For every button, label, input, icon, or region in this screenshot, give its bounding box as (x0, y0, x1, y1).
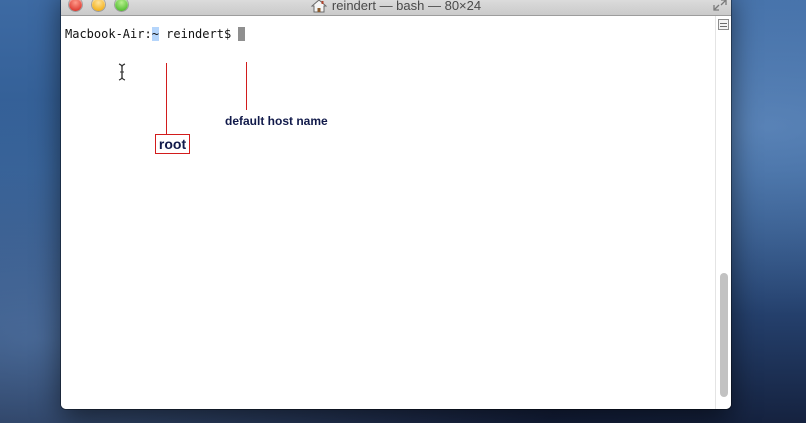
window-title-area: reindert — bash — 80×24 (61, 0, 731, 14)
window-title: reindert — bash — 80×24 (331, 0, 482, 13)
prompt-host: Macbook-Air: (65, 27, 152, 41)
text-cursor (238, 27, 246, 41)
vertical-scrollbar[interactable] (715, 16, 731, 409)
title-bar[interactable]: reindert — bash — 80×24 (61, 0, 731, 16)
home-icon (310, 0, 327, 13)
root-annotation-label: root (155, 134, 190, 154)
prompt-user: reindert$ (158, 27, 239, 41)
fullscreen-icon[interactable] (713, 0, 727, 11)
root-annotation-line (166, 63, 167, 142)
hostname-annotation-label: default host name (225, 114, 328, 128)
scroll-thumb[interactable] (720, 273, 728, 397)
prompt-line: Macbook-Air:~ reindert$ (65, 26, 246, 42)
ibeam-cursor-icon (118, 63, 126, 81)
terminal-content[interactable]: Macbook-Air:~ reindert$ default host nam… (61, 16, 715, 409)
prompt-directory: ~ (151, 27, 159, 41)
hostname-annotation-line (246, 62, 247, 110)
split-pane-icon[interactable] (718, 19, 729, 30)
terminal-window[interactable]: reindert — bash — 80×24 Macbook-Air:~ re… (61, 0, 731, 409)
